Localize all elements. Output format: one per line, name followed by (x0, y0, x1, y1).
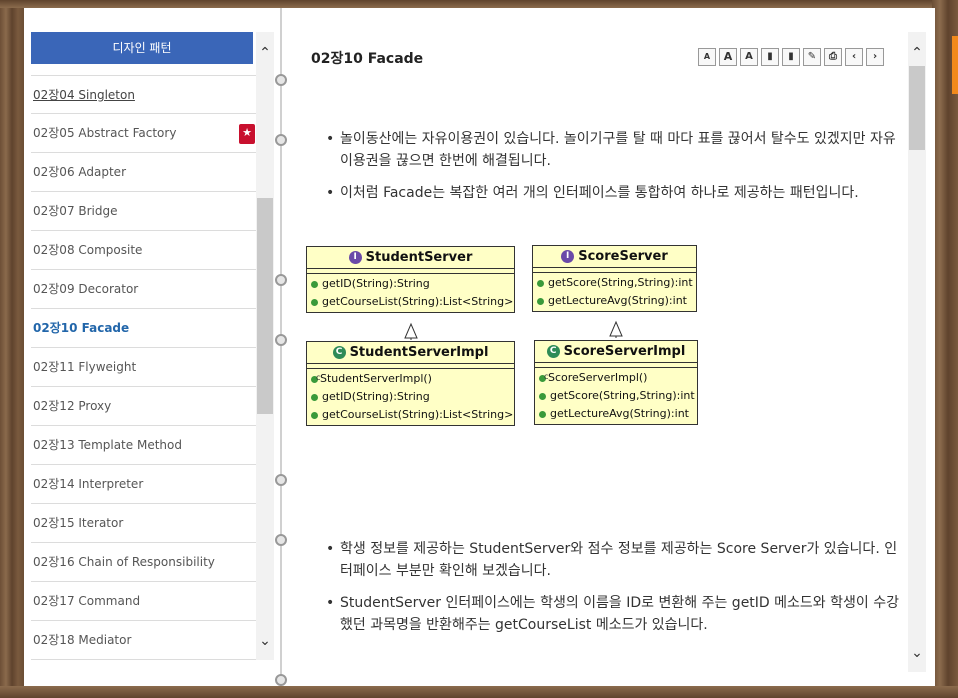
page-title: 02장10 Facade (311, 51, 424, 67)
uml-method-sig: StudentServerImpl() (320, 372, 432, 385)
uml-method-sig: ScoreServerImpl() (548, 371, 648, 384)
uml-method: getID(String):String (307, 389, 514, 407)
uml-class-student-server-impl: CStudentServerImpl StudentServerImpl() g… (306, 341, 515, 426)
frame-top-edge (0, 0, 958, 8)
toc-item-iterator[interactable]: 02장15 Iterator (31, 504, 273, 543)
uml-arrow-head (404, 322, 418, 339)
class-icon: C (332, 346, 346, 359)
bullet-item: StudentServer 인터페이스에는 학생의 이름을 ID로 변환해 주는… (326, 592, 906, 636)
toc-item-decorator[interactable]: 02장09 Decorator (31, 270, 273, 309)
bookmark-icon[interactable]: ▮ (761, 48, 779, 66)
toc-item-mediator[interactable]: 02장18 Mediator (31, 621, 273, 660)
detail-bullets: 학생 정보를 제공하는 StudentServer와 점수 정보를 제공하는 S… (326, 538, 906, 646)
uml-method-sig: getCourseList(String):List<String> (322, 408, 514, 421)
toc-header: 디자인 패턴 (31, 32, 253, 64)
font-reset-icon[interactable]: A (740, 48, 758, 66)
bookmark-list-icon[interactable]: ▮ (782, 48, 800, 66)
uml-method-sig: getID(String):String (322, 390, 430, 403)
scroll-down-icon[interactable]: ⌄ (256, 632, 274, 650)
print-icon[interactable]: ⎙ (824, 48, 842, 66)
scroll-down-icon[interactable]: ⌄ (908, 644, 926, 662)
bookmark-star-icon[interactable]: ★ (239, 124, 255, 144)
toc-item-bridge[interactable]: 02장07 Bridge (31, 192, 273, 231)
toc-item-singleton[interactable]: 02장04 Singleton (31, 75, 273, 114)
page-binding (280, 8, 282, 686)
toc-list: 02장04 Singleton 02장05 Abstract Factory ★… (31, 75, 273, 660)
frame-bottom-edge (0, 686, 958, 698)
content-scroll-thumb[interactable] (909, 66, 925, 150)
uml-method: getScore(String,String):int (535, 388, 697, 406)
uml-constructor: StudentServerImpl() (307, 369, 514, 389)
toc-scrollbar[interactable]: ⌃ ⌄ (256, 32, 274, 660)
toc-item-composite[interactable]: 02장08 Composite (31, 231, 273, 270)
uml-method: getLectureAvg(String):int (535, 406, 697, 424)
toc-scroll-thumb[interactable] (257, 198, 273, 414)
bullet-item: 이처럼 Facade는 복잡한 여러 개의 인터페이스를 통합하여 하나로 제공… (326, 182, 906, 204)
uml-diagram: I StudentServer getID(String):String getC… (306, 244, 706, 429)
content-pane: 02장10 Facade A A A ▮ ▮ ✎ ⎙ ‹ › 놀이동산에는 자유… (286, 8, 935, 686)
uml-arrow-head (609, 320, 623, 337)
uml-constructor: ScoreServerImpl() (535, 368, 697, 388)
toc-item-command[interactable]: 02장17 Command (31, 582, 273, 621)
toc-item-abstract-factory[interactable]: 02장05 Abstract Factory ★ (31, 114, 273, 153)
toc-item-interpreter[interactable]: 02장14 Interpreter (31, 465, 273, 504)
book-page: 디자인 패턴 02장04 Singleton 02장05 Abstract Fa… (24, 8, 935, 686)
frame-right-edge (932, 0, 958, 698)
toc-item-proxy[interactable]: 02장12 Proxy (31, 387, 273, 426)
toc-item-facade[interactable]: 02장10 Facade (31, 309, 273, 348)
bullet-item: 놀이동산에는 자유이용권이 있습니다. 놀이기구를 탈 때 마다 표를 끊어서 … (326, 128, 906, 172)
uml-method: getCourseList(String):List<String> (307, 407, 514, 425)
constructor-icon (311, 370, 320, 386)
uml-class-title: ScoreServerImpl (563, 344, 686, 359)
reader-toolbar: A A A ▮ ▮ ✎ ⎙ ‹ › (698, 48, 884, 66)
uml-class-name: C StudentServerImpl (307, 342, 514, 364)
content-scrollbar[interactable]: ⌃ ⌄ (908, 32, 926, 672)
scroll-up-icon[interactable]: ⌃ (908, 44, 926, 62)
toc-item-template-method[interactable]: 02장13 Template Method (31, 426, 273, 465)
uml-class-score-server-impl: CScoreServerImpl ScoreServerImpl() getSc… (534, 340, 698, 425)
bullet-item: 학생 정보를 제공하는 StudentServer와 점수 정보를 제공하는 S… (326, 538, 906, 582)
class-icon: C (546, 345, 560, 358)
uml-method-sig: getLectureAvg(String):int (550, 407, 689, 420)
next-page-icon[interactable]: › (866, 48, 884, 66)
memo-icon[interactable]: ✎ (803, 48, 821, 66)
toc-item-label: 02장05 Abstract Factory (33, 126, 177, 140)
public-method-icon (539, 392, 546, 400)
public-method-icon (311, 411, 318, 419)
uml-class-title: StudentServerImpl (349, 345, 489, 360)
font-decrease-icon[interactable]: A (698, 48, 716, 66)
prev-page-icon[interactable]: ‹ (845, 48, 863, 66)
scroll-up-icon[interactable]: ⌃ (256, 44, 274, 62)
uml-method-sig: getScore(String,String):int (550, 389, 695, 402)
toc-item-chain-of-responsibility[interactable]: 02장16 Chain of Responsibility (31, 543, 273, 582)
toc-item-flyweight[interactable]: 02장11 Flyweight (31, 348, 273, 387)
toc-item-adapter[interactable]: 02장06 Adapter (31, 153, 273, 192)
uml-class-name: C ScoreServerImpl (535, 341, 697, 363)
public-method-icon (311, 393, 318, 401)
public-method-icon (539, 410, 546, 418)
side-tab[interactable] (952, 36, 958, 94)
intro-bullets: 놀이동산에는 자유이용권이 있습니다. 놀이기구를 탈 때 마다 표를 끊어서 … (326, 128, 906, 214)
toc-pane: 디자인 패턴 02장04 Singleton 02장05 Abstract Fa… (24, 8, 280, 686)
constructor-icon (539, 369, 548, 385)
font-increase-icon[interactable]: A (719, 48, 737, 66)
